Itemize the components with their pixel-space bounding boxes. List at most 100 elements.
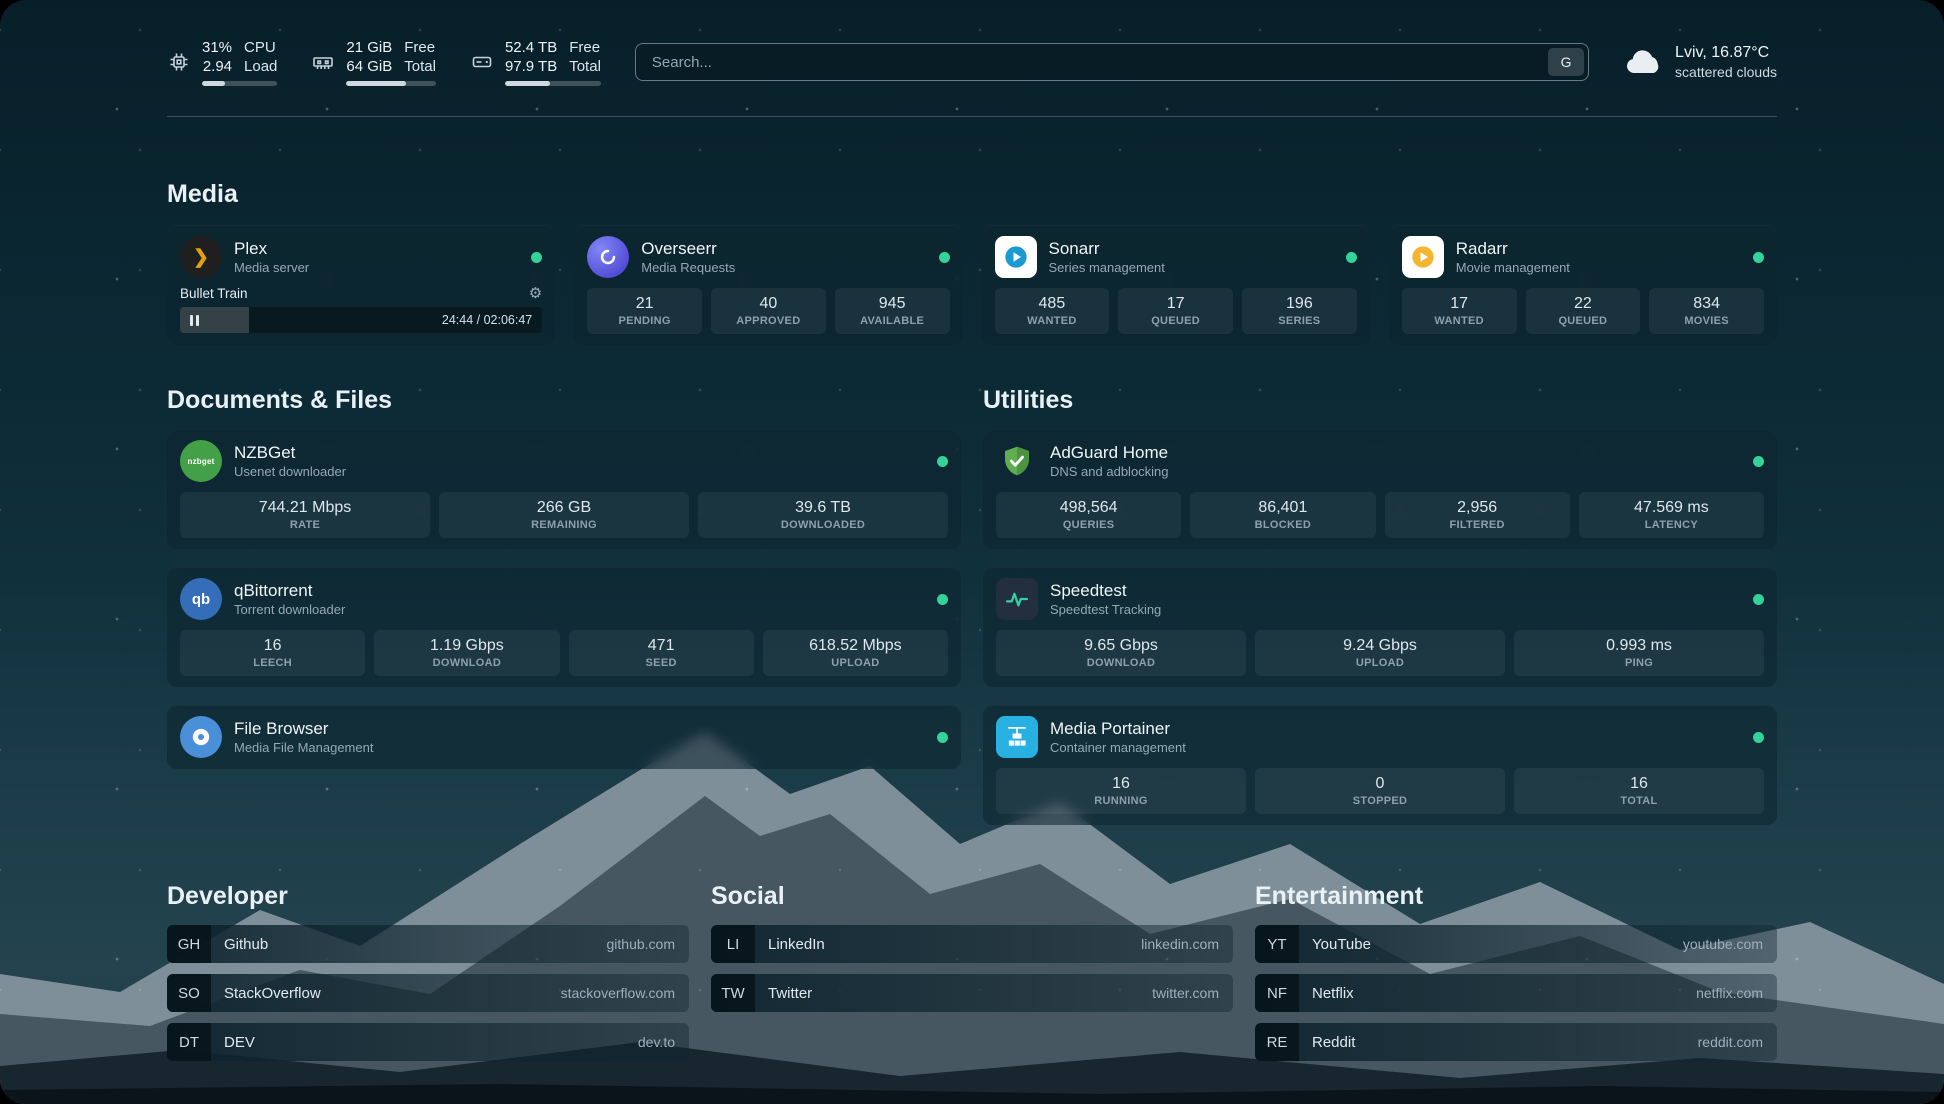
bookmark-url: github.com <box>607 936 675 952</box>
documents-section-title: Documents & Files <box>167 385 961 415</box>
linkedin-abbr-icon: LI <box>711 925 755 963</box>
stat-label: QUEUED <box>1530 315 1637 328</box>
stat-value: 9.65 Gbps <box>1000 636 1242 655</box>
service-desc: Usenet downloader <box>234 463 346 480</box>
disk-widget: 52.4 TB 97.9 TB Free Total <box>470 38 601 86</box>
bookmark-twitter[interactable]: TW Twitter twitter.com <box>711 974 1233 1012</box>
service-card-adguard[interactable]: AdGuard Home DNS and adblocking 498,564Q… <box>983 429 1777 549</box>
bookmark-name: StackOverflow <box>224 985 321 1002</box>
topbar-divider <box>167 116 1777 117</box>
bookmark-netflix[interactable]: NF Netflix netflix.com <box>1255 974 1777 1012</box>
service-card-overseerr[interactable]: Overseerr Media Requests 21PENDING 40APP… <box>574 225 962 345</box>
cpu-label: CPU <box>244 38 276 57</box>
service-name: Plex <box>234 238 309 259</box>
service-card-portainer[interactable]: Media Portainer Container management 16R… <box>983 705 1777 825</box>
speedtest-stats: 9.65 GbpsDOWNLOAD 9.24 GbpsUPLOAD 0.993 … <box>996 630 1764 676</box>
stat-label: DOWNLOAD <box>1000 657 1242 670</box>
stat-value: 86,401 <box>1194 498 1371 517</box>
stat-label: SEED <box>573 657 750 670</box>
service-card-plex[interactable]: ❯ Plex Media server Bullet Train ⚙ 24:44… <box>167 225 555 345</box>
memory-progress-bar <box>346 81 436 86</box>
bookmark-dev[interactable]: DT DEV dev.to <box>167 1023 689 1061</box>
stat: 22QUEUED <box>1526 288 1641 334</box>
stat: 0STOPPED <box>1255 768 1505 814</box>
bookmark-linkedin[interactable]: LI LinkedIn linkedin.com <box>711 925 1233 963</box>
status-dot <box>1753 732 1764 743</box>
memory-values: 21 GiB 64 GiB Free Total <box>346 38 436 86</box>
stat-label: QUERIES <box>1000 519 1177 532</box>
disk-total-value: 97.9 TB <box>505 57 557 76</box>
service-card-speedtest[interactable]: Speedtest Speedtest Tracking 9.65 Gbps DO… <box>983 567 1777 687</box>
resource-widgets: 31% 2.94 CPU Load <box>167 38 601 86</box>
stat-label: STOPPED <box>1259 795 1501 808</box>
plex-meta: Plex Media server <box>234 238 309 276</box>
stat: 16LEECH <box>180 630 365 676</box>
bookmark-github[interactable]: GH Github github.com <box>167 925 689 963</box>
service-name: qBittorrent <box>234 580 345 601</box>
nzbget-logo-text: nzbget <box>188 457 215 466</box>
stat: 9.65 Gbps DOWNLOAD <box>996 630 1246 676</box>
stat: 1.19 GbpsDOWNLOAD <box>374 630 559 676</box>
stat-value: 2,956 <box>1389 498 1566 517</box>
plex-chevron-icon: ❯ <box>193 246 209 269</box>
stat: 9.24 GbpsUPLOAD <box>1255 630 1505 676</box>
stat-label: MOVIES <box>1653 315 1760 328</box>
stat-label: PING <box>1518 657 1760 670</box>
search-provider-button[interactable]: G <box>1548 48 1584 76</box>
stat: 744.21 MbpsRATE <box>180 492 430 538</box>
sonarr-meta: Sonarr Series management <box>1049 238 1165 276</box>
filebrowser-meta: File Browser Media File Management <box>234 718 373 756</box>
service-card-sonarr[interactable]: Sonarr Series management 485WANTED 17QUE… <box>982 225 1370 345</box>
status-dot <box>937 456 948 467</box>
bookmark-stackoverflow[interactable]: SO StackOverflow stackoverflow.com <box>167 974 689 1012</box>
stat-label: WANTED <box>999 315 1106 328</box>
radarr-header: Radarr Movie management <box>1402 236 1764 278</box>
stat-label: WANTED <box>1406 315 1513 328</box>
pause-icon[interactable] <box>190 315 199 326</box>
stat-value: 834 <box>1653 294 1760 313</box>
developer-section: Developer GH Github github.com SO StackO… <box>167 881 689 1061</box>
stat: 21PENDING <box>587 288 702 334</box>
portainer-header: Media Portainer Container management <box>996 716 1764 758</box>
status-dot <box>531 252 542 263</box>
social-section-title: Social <box>711 881 1233 911</box>
cpu-icon <box>167 50 191 74</box>
service-card-filebrowser[interactable]: File Browser Media File Management <box>167 705 961 769</box>
overseerr-stats: 21PENDING 40APPROVED 945AVAILABLE <box>587 288 949 334</box>
bookmark-reddit[interactable]: RE Reddit reddit.com <box>1255 1023 1777 1061</box>
bookmark-url: dev.to <box>638 1034 675 1050</box>
nzbget-header: nzbget NZBGet Usenet downloader <box>180 440 948 482</box>
bookmark-name: DEV <box>224 1034 255 1051</box>
stat-label: SERIES <box>1246 315 1353 328</box>
github-abbr-icon: GH <box>167 925 211 963</box>
service-name: Radarr <box>1456 238 1570 259</box>
stat-value: 21 <box>591 294 698 313</box>
filebrowser-icon <box>180 716 222 758</box>
speedtest-header: Speedtest Speedtest Tracking <box>996 578 1764 620</box>
search-input[interactable] <box>650 53 1548 72</box>
service-desc: Torrent downloader <box>234 601 345 618</box>
nzbget-stats: 744.21 MbpsRATE 266 GBREMAINING 39.6 TBD… <box>180 492 948 538</box>
entertainment-section-title: Entertainment <box>1255 881 1777 911</box>
plex-icon: ❯ <box>180 236 222 278</box>
stat: 16RUNNING <box>996 768 1246 814</box>
service-card-qbittorrent[interactable]: qb qBittorrent Torrent downloader 16LEEC… <box>167 567 961 687</box>
bookmark-youtube[interactable]: YT YouTube youtube.com <box>1255 925 1777 963</box>
stat-label: RUNNING <box>1000 795 1242 808</box>
bookmark-url: reddit.com <box>1698 1034 1763 1050</box>
stat-value: 498,564 <box>1000 498 1177 517</box>
overseerr-header: Overseerr Media Requests <box>587 236 949 278</box>
gear-icon[interactable]: ⚙ <box>529 286 542 301</box>
stat-value: 47.569 ms <box>1583 498 1760 517</box>
status-dot <box>937 594 948 605</box>
stat-label: UPLOAD <box>1259 657 1501 670</box>
stat: 16TOTAL <box>1514 768 1764 814</box>
service-card-radarr[interactable]: Radarr Movie management 17WANTED 22QUEUE… <box>1389 225 1777 345</box>
plex-player-bar[interactable]: 24:44 / 02:06:47 <box>180 307 542 333</box>
service-desc: Media Requests <box>641 259 735 276</box>
status-dot <box>1753 456 1764 467</box>
developer-section-title: Developer <box>167 881 689 911</box>
stat: 196SERIES <box>1242 288 1357 334</box>
weather-widget: Lviv, 16.87°C scattered clouds <box>1623 43 1777 81</box>
service-card-nzbget[interactable]: nzbget NZBGet Usenet downloader 744.21 M… <box>167 429 961 549</box>
